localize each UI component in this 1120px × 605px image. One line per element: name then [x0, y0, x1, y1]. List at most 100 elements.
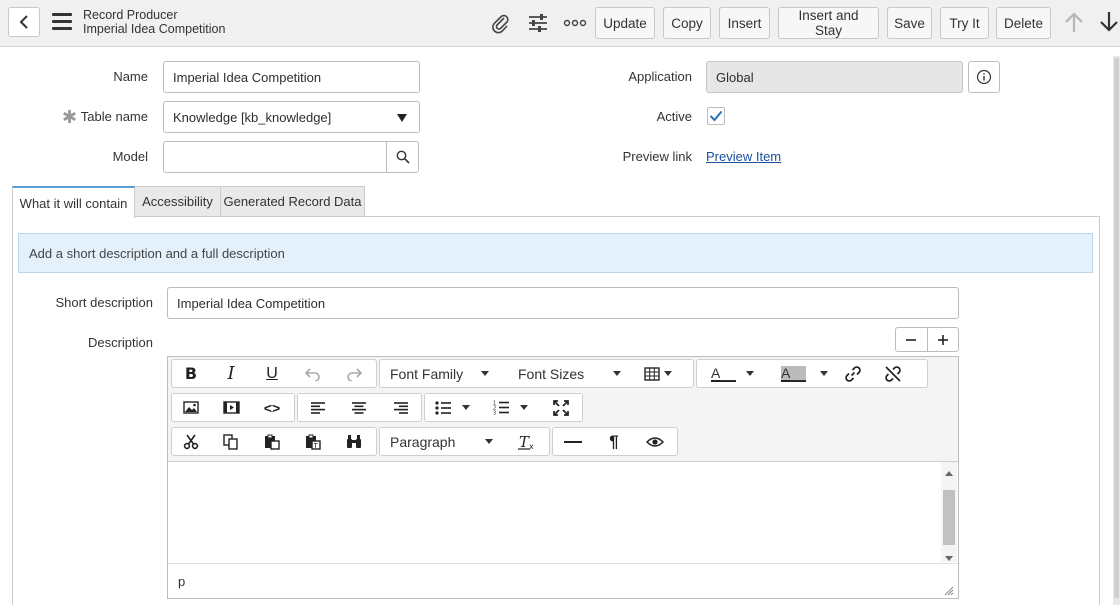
find-replace-icon[interactable] [334, 428, 374, 455]
model-field[interactable] [163, 141, 388, 173]
numbered-list-dropdown[interactable]: 123 [483, 400, 541, 415]
tab-panel-border [12, 216, 1100, 217]
toolbar-group-clipboard: T [171, 427, 377, 456]
resize-handle-icon[interactable] [944, 586, 954, 596]
table-name-select[interactable]: Knowledge [kb_knowledge] [163, 101, 420, 133]
paste-text-icon[interactable]: T [292, 428, 334, 455]
media-icon[interactable] [210, 394, 252, 421]
active-label: Active [656, 109, 692, 124]
insert-button[interactable]: Insert [719, 7, 770, 39]
save-button[interactable]: Save [887, 7, 932, 39]
underline-icon[interactable]: U [252, 360, 292, 387]
show-blocks-icon[interactable]: ¶ [593, 428, 635, 455]
paperclip-icon[interactable] [488, 11, 512, 35]
preview-link-label: Preview link [622, 149, 692, 164]
chevron-down-icon [397, 114, 407, 122]
fullscreen-icon[interactable] [541, 394, 581, 421]
redo-icon[interactable] [334, 360, 374, 387]
preview-item-link[interactable]: Preview Item [706, 149, 781, 164]
insert-and-stay-button[interactable]: Insert and Stay [778, 7, 879, 39]
more-icon[interactable] [563, 11, 587, 35]
svg-text:x: x [529, 442, 534, 450]
tab-accessibility[interactable]: Accessibility [134, 186, 221, 217]
copy-button[interactable]: Copy [663, 7, 711, 39]
font-sizes-label: Font Sizes [518, 365, 585, 382]
caret-down-icon [481, 371, 490, 376]
record-name-label: Imperial Idea Competition [83, 22, 226, 36]
format-dropdown[interactable]: Paragraph [380, 434, 506, 450]
font-family-dropdown[interactable]: Font Family [380, 366, 508, 382]
hamburger-menu-icon[interactable] [52, 13, 72, 31]
text-color-dropdown[interactable]: A__ [697, 366, 761, 382]
image-icon[interactable] [172, 394, 210, 421]
application-label: Application [628, 69, 692, 84]
tab-panel-border-left [12, 216, 13, 605]
link-icon[interactable] [833, 360, 873, 387]
tab-panel-border-right [1099, 216, 1100, 605]
sliders-icon[interactable] [526, 11, 550, 35]
caret-down-icon [462, 405, 470, 410]
table-dropdown[interactable] [636, 366, 686, 381]
try-it-button[interactable]: Try It [940, 7, 989, 39]
scroll-up-arrow-icon[interactable] [944, 465, 954, 480]
background-color-dropdown[interactable]: A__ [761, 365, 833, 382]
clear-formatting-icon[interactable]: Tx [506, 428, 548, 455]
short-description-field[interactable]: Imperial Idea Competition [167, 287, 959, 319]
back-button[interactable] [8, 7, 40, 37]
toolbar-group-media: <> [171, 393, 295, 422]
editor-scrollbar-thumb[interactable] [943, 490, 955, 545]
toolbar-group-block: Paragraph Tx [379, 427, 550, 456]
code-icon[interactable]: <> [252, 394, 292, 421]
bullet-list-dropdown[interactable] [425, 400, 483, 415]
name-field[interactable]: Imperial Idea Competition [163, 61, 420, 93]
back-arrow-icon [19, 15, 28, 29]
minus-icon [906, 338, 917, 341]
application-info-button[interactable] [968, 61, 1000, 93]
caret-down-icon [485, 439, 494, 444]
shrink-editor-button[interactable] [896, 328, 928, 351]
checkmark-icon [709, 110, 723, 122]
down-arrow-icon[interactable] [1097, 10, 1120, 34]
expand-editor-button[interactable] [928, 328, 959, 351]
model-label: Model [112, 149, 148, 164]
info-icon [976, 69, 992, 85]
caret-down-icon [819, 371, 828, 376]
toolbar-group-align [297, 393, 422, 422]
up-arrow-icon[interactable] [1062, 10, 1086, 34]
undo-icon[interactable] [292, 360, 334, 387]
update-button[interactable]: Update [595, 7, 655, 39]
caret-down-icon [613, 371, 622, 376]
unlink-icon[interactable] [873, 360, 913, 387]
font-sizes-dropdown[interactable]: Font Sizes [508, 366, 636, 382]
text-color-icon: A__ [711, 364, 736, 382]
table-icon [644, 366, 660, 381]
svg-text:3: 3 [493, 411, 496, 416]
align-center-icon[interactable] [338, 394, 380, 421]
paste-icon[interactable] [252, 428, 292, 455]
delete-button[interactable]: Delete [996, 7, 1051, 39]
toolbar-group-lists: 123 [424, 393, 583, 422]
description-label: Description [87, 335, 153, 350]
record-type-label: Record Producer [83, 8, 178, 22]
align-left-icon[interactable] [298, 394, 338, 421]
bold-icon[interactable]: B [172, 360, 210, 387]
page-scrollbar-thumb[interactable] [1114, 58, 1119, 598]
editor-statusbar: p [168, 563, 958, 598]
tab-generated-record-data[interactable]: Generated Record Data [220, 186, 365, 217]
application-field: Global [706, 61, 963, 93]
cut-icon[interactable] [172, 428, 210, 455]
element-path: p [178, 574, 186, 589]
active-checkbox[interactable] [707, 107, 725, 125]
italic-icon[interactable]: I [210, 360, 252, 387]
copy-icon[interactable] [210, 428, 252, 455]
caret-down-icon [745, 371, 754, 376]
editor-content-area[interactable] [168, 462, 958, 562]
horizontal-rule-icon[interactable] [553, 428, 593, 455]
align-right-icon[interactable] [380, 394, 421, 421]
tab-what-it-will-contain[interactable]: What it will contain [12, 186, 135, 218]
model-lookup-button[interactable] [386, 141, 419, 173]
table-name-value: Knowledge [kb_knowledge] [173, 109, 332, 125]
svg-text:T: T [313, 442, 319, 450]
preview-eye-icon[interactable] [635, 428, 675, 455]
search-icon [396, 150, 410, 164]
